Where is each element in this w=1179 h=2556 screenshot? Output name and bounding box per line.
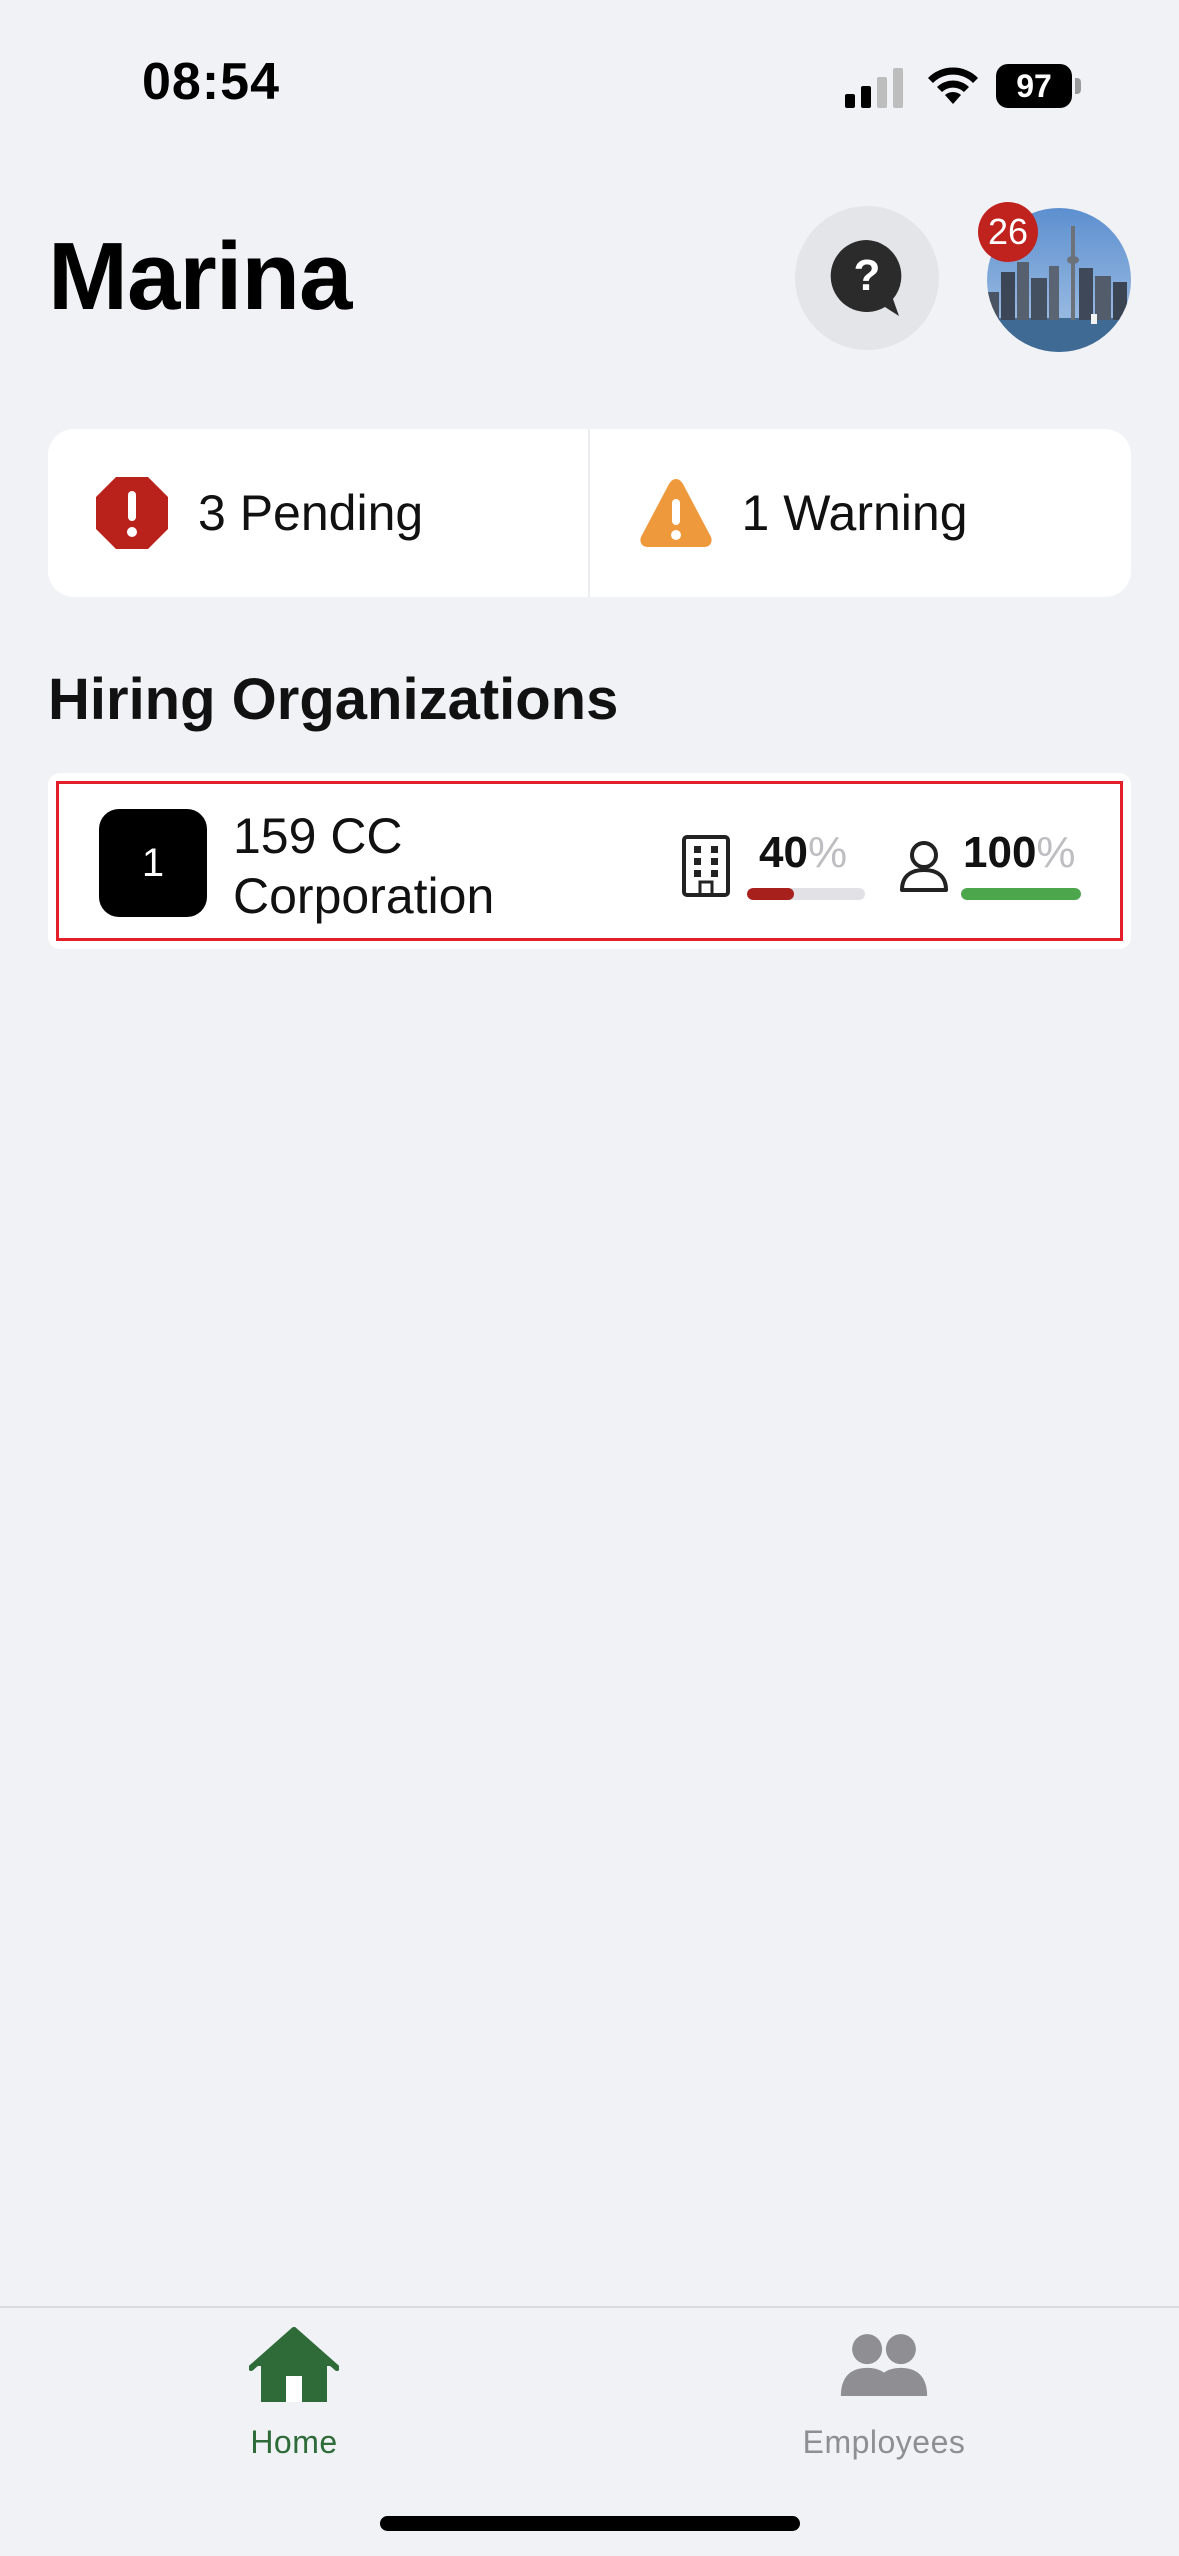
organization-row[interactable]: 1 159 CC Corporation 40% 100% xyxy=(56,781,1123,941)
house-icon xyxy=(249,2327,339,2402)
employee-percent-value: 100 xyxy=(963,828,1037,877)
pending-summary[interactable]: 3 Pending xyxy=(48,429,588,597)
tab-employees-label: Employees xyxy=(802,2424,966,2460)
tab-home-label: Home xyxy=(250,2424,338,2460)
notification-badge: 26 xyxy=(978,202,1038,262)
pending-label: 3 Pending xyxy=(198,485,424,541)
page-title: Marina xyxy=(48,223,352,330)
status-time: 08:54 xyxy=(142,53,280,111)
building-percent-symbol: % xyxy=(807,828,848,877)
warning-triangle-icon xyxy=(639,479,712,547)
status-bar: 08:54 97 xyxy=(0,0,1179,170)
svg-text:?: ? xyxy=(854,251,881,300)
octagon-alert-icon xyxy=(96,477,168,549)
help-button[interactable]: ? xyxy=(795,206,939,350)
tab-employees[interactable]: Employees xyxy=(754,2326,1014,2476)
employee-progress-fill xyxy=(961,888,1081,900)
employee-progress-bar xyxy=(961,888,1081,900)
warning-summary[interactable]: 1 Warning xyxy=(587,429,1132,597)
building-percent: 40% xyxy=(759,828,847,878)
building-progress-fill xyxy=(747,888,795,900)
organization-list: 1 159 CC Corporation 40% 100% xyxy=(48,773,1131,949)
organization-name: 159 CC Corporation xyxy=(233,808,495,924)
building-progress-bar xyxy=(747,888,865,900)
building-icon xyxy=(682,835,730,897)
employee-percent-symbol: % xyxy=(1036,828,1076,877)
help-bubble-icon: ? xyxy=(830,239,902,316)
tab-home[interactable]: Home xyxy=(164,2326,424,2476)
building-percent-value: 40 xyxy=(759,828,808,877)
wifi-icon xyxy=(928,67,978,104)
battery-icon: 97 xyxy=(996,64,1082,108)
section-title: Hiring Organizations xyxy=(48,667,619,732)
person-icon xyxy=(900,841,948,892)
organization-index-badge: 1 xyxy=(99,809,207,917)
warning-label: 1 Warning xyxy=(741,485,968,541)
home-indicator xyxy=(380,2516,800,2531)
battery-level: 97 xyxy=(996,64,1072,108)
cellular-signal-icon xyxy=(845,68,903,108)
people-icon xyxy=(840,2334,928,2396)
employee-percent: 100% xyxy=(963,828,1076,878)
status-summary-card: 3 Pending 1 Warning xyxy=(48,429,1131,597)
